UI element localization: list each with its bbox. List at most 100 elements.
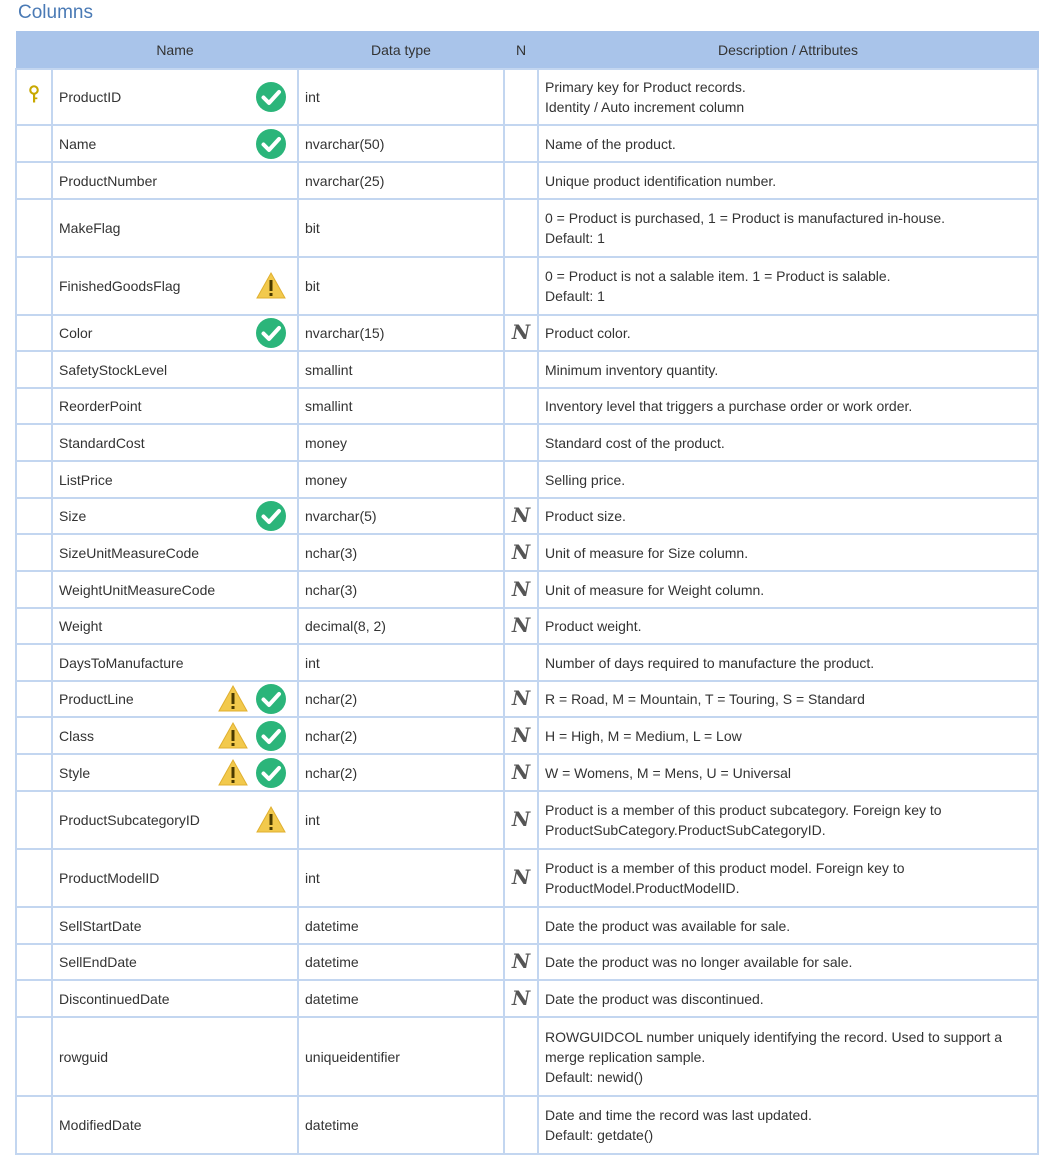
data-type-cell: nchar(2) bbox=[297, 716, 505, 755]
data-type-cell: nvarchar(5) bbox=[297, 497, 505, 535]
nullable-marker: N bbox=[511, 320, 531, 344]
check-icon bbox=[256, 501, 286, 531]
description-line: Minimum inventory quantity. bbox=[545, 361, 719, 378]
description-cell: Product is a member of this product subc… bbox=[537, 790, 1039, 850]
description-line: W = Womens, M = Mens, U = Universal bbox=[545, 764, 791, 781]
description-line: Default: newid() bbox=[545, 1068, 644, 1085]
nullable-marker: N bbox=[511, 686, 531, 710]
column-name: rowguid bbox=[59, 1048, 109, 1065]
status-icons bbox=[255, 500, 287, 532]
nullable-cell bbox=[503, 1016, 539, 1097]
description-line: Date and time the record was last update… bbox=[545, 1107, 812, 1123]
nullable-cell: N bbox=[503, 607, 539, 645]
description-cell: Product color. bbox=[537, 314, 1039, 352]
column-name: ListPrice bbox=[59, 471, 113, 488]
description-cell: Date and time the record was last update… bbox=[537, 1095, 1039, 1155]
description-cell: Inventory level that triggers a purchase… bbox=[537, 387, 1039, 425]
table-row: ProductLine nchar(2) N R = Road, M = Mounta… bbox=[15, 680, 1039, 718]
table-row: SellStartDate datetime Date the product wa… bbox=[15, 906, 1039, 945]
column-name-cell: MakeFlag bbox=[51, 198, 299, 258]
column-name: SafetyStockLevel bbox=[59, 361, 168, 378]
key-cell bbox=[15, 124, 53, 163]
key-cell bbox=[15, 533, 53, 572]
description-line: 0 = Product is not a salable item. 1 = P… bbox=[545, 268, 891, 284]
key-cell bbox=[15, 68, 53, 126]
description-line: Unit of measure for Size column. bbox=[545, 544, 749, 561]
table-row: ReorderPoint smallint Inventory level that… bbox=[15, 387, 1039, 425]
description-line: ROWGUIDCOL number uniquely identifying t… bbox=[545, 1028, 1003, 1045]
nullable-cell: N bbox=[503, 716, 539, 755]
warning-icon bbox=[218, 758, 248, 785]
table-row: ModifiedDate datetime Date and time the re… bbox=[15, 1095, 1039, 1155]
key-cell bbox=[15, 680, 53, 718]
table-row: rowguid uniqueidentifier ROWGUIDCOL number… bbox=[15, 1016, 1039, 1097]
data-type-cell: datetime bbox=[297, 1095, 505, 1155]
description-cell: Unique product identification number. bbox=[537, 161, 1039, 200]
column-name: ProductNumber bbox=[59, 172, 158, 189]
table-row: Size nvarchar(5) N Product size. bbox=[15, 497, 1039, 535]
description-line: Inventory level that triggers a purchase… bbox=[545, 398, 913, 414]
table-row: SafetyStockLevel smallint Minimum inventor… bbox=[15, 350, 1039, 389]
description-line: Product size. bbox=[545, 508, 626, 524]
nullable-cell bbox=[503, 643, 539, 682]
check-icon bbox=[256, 82, 286, 112]
data-type-cell: datetime bbox=[297, 943, 505, 981]
column-name: ModifiedDate bbox=[59, 1117, 142, 1133]
data-type-cell: int bbox=[297, 790, 505, 850]
data-type-cell: money bbox=[297, 460, 505, 499]
description-cell: 0 = Product is not a salable item. 1 = P… bbox=[537, 256, 1039, 316]
key-cell bbox=[15, 350, 53, 389]
key-cell bbox=[15, 716, 53, 755]
nullable-cell bbox=[503, 387, 539, 425]
nullable-marker: N bbox=[511, 576, 531, 601]
description-line: Date the product was discontinued. bbox=[545, 990, 764, 1007]
key-cell bbox=[15, 906, 53, 945]
description-line: Standard cost of the product. bbox=[545, 434, 725, 451]
data-type-cell: decimal(8, 2) bbox=[297, 607, 505, 645]
column-name-cell: Color bbox=[51, 314, 299, 352]
table-row: ListPrice money Selling price. bbox=[15, 460, 1039, 499]
nullable-cell: N bbox=[503, 314, 539, 352]
nullable-cell: N bbox=[503, 943, 539, 981]
data-type-cell: nchar(2) bbox=[297, 680, 505, 718]
description-cell: Primary key for Product records. Identity… bbox=[537, 68, 1039, 126]
column-name-cell: Name bbox=[51, 124, 299, 163]
key-cell bbox=[15, 570, 53, 609]
data-type-cell: nchar(3) bbox=[297, 533, 505, 572]
data-type-cell: nvarchar(15) bbox=[297, 314, 505, 352]
nullable-cell bbox=[503, 256, 539, 316]
key-cell bbox=[15, 643, 53, 682]
nullable-marker: N bbox=[511, 613, 531, 637]
table-row: DiscontinuedDate datetime N Date the produc… bbox=[15, 979, 1039, 1018]
column-name: Weight bbox=[59, 618, 103, 634]
warning-icon bbox=[218, 684, 248, 712]
nullable-marker: N bbox=[511, 759, 531, 784]
header-nullable: N bbox=[503, 31, 539, 70]
column-name-cell: SafetyStockLevel bbox=[51, 350, 299, 389]
nullable-marker: N bbox=[511, 865, 531, 889]
data-type-cell: smallint bbox=[297, 387, 505, 425]
column-name: DaysToManufacture bbox=[59, 654, 184, 671]
nullable-cell bbox=[503, 906, 539, 945]
column-name: DiscontinuedDate bbox=[59, 990, 170, 1007]
description-line: R = Road, M = Mountain, T = Touring, S =… bbox=[545, 691, 865, 707]
warning-icon bbox=[256, 805, 286, 833]
description-line: ProductModel.ProductModelID. bbox=[545, 880, 740, 896]
column-name-cell: SizeUnitMeasureCode bbox=[51, 533, 299, 572]
column-name-cell: ListPrice bbox=[51, 460, 299, 499]
column-name: WeightUnitMeasureCode bbox=[59, 581, 216, 598]
key-cell bbox=[15, 943, 53, 981]
check-icon bbox=[256, 684, 286, 714]
table-row: SellEndDate datetime N Date the product was… bbox=[15, 943, 1039, 981]
description-line: Unique product identification number. bbox=[545, 172, 777, 189]
nullable-marker: N bbox=[511, 503, 531, 527]
table-row: Name nvarchar(50) Name of the product. bbox=[15, 124, 1039, 163]
description-line: Identity / Auto increment column bbox=[545, 99, 745, 115]
column-name-cell: StandardCost bbox=[51, 423, 299, 462]
table-row: Style nchar(2) N W = Womens, M = Mens, U = … bbox=[15, 753, 1039, 792]
description-cell: Unit of measure for Size column. bbox=[537, 533, 1039, 572]
data-type-cell: datetime bbox=[297, 979, 505, 1018]
column-name: ProductModelID bbox=[59, 870, 160, 886]
status-icons bbox=[217, 683, 287, 715]
primary-key-icon bbox=[29, 84, 39, 102]
